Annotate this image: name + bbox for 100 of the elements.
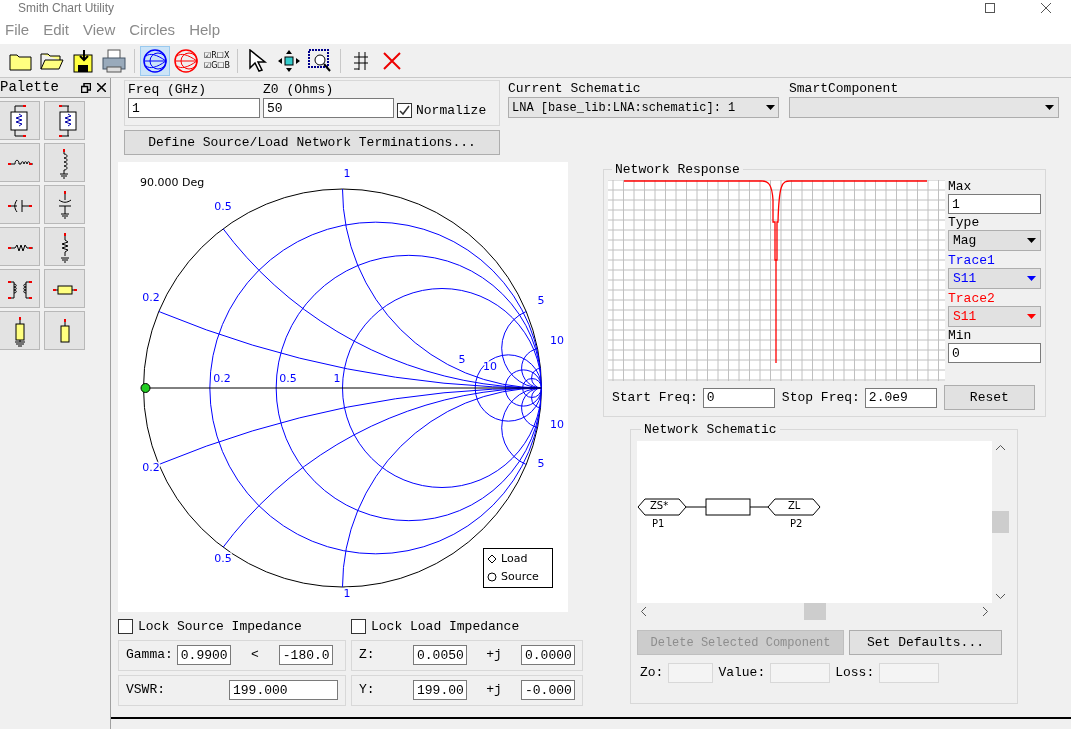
resistor-symbol-icon[interactable] bbox=[0, 101, 40, 140]
imaginary-part-field[interactable]: -0.000 bbox=[521, 680, 575, 700]
chart-scale-label: 0.2 bbox=[213, 372, 231, 385]
start-freq-field[interactable]: 0 bbox=[702, 387, 775, 408]
imaginary-part-field[interactable]: 0.0000 bbox=[521, 645, 575, 665]
close-icon[interactable] bbox=[1041, 3, 1051, 13]
restore-icon[interactable] bbox=[81, 82, 91, 93]
checkbox[interactable] bbox=[397, 103, 412, 119]
inductor-icon[interactable] bbox=[44, 143, 85, 182]
port-name-label: P1 bbox=[652, 518, 665, 530]
menu-item[interactable]: Circles bbox=[129, 18, 176, 42]
chart-scale-label: 0.2 bbox=[142, 291, 160, 304]
chart-scale-label: 5 bbox=[537, 457, 545, 470]
chart-toggle[interactable]: ☑G☐B bbox=[204, 60, 231, 71]
angle-reading: 90.000 Deg bbox=[140, 176, 205, 189]
field-label: Start Freq: bbox=[612, 388, 698, 407]
field-label: VSWR: bbox=[126, 681, 165, 700]
line-stub-icon[interactable] bbox=[44, 311, 85, 350]
field-label: Min bbox=[948, 329, 973, 343]
type-dropdown[interactable]: Mag bbox=[948, 230, 1041, 251]
circle-icon bbox=[487, 572, 497, 583]
capacitor-icon[interactable] bbox=[44, 185, 85, 224]
inductor-icon[interactable] bbox=[0, 143, 40, 182]
legend-label: Load bbox=[501, 550, 528, 567]
field-label: SmartComponent bbox=[789, 80, 900, 97]
vswr-field[interactable]: 199.000 bbox=[229, 680, 338, 700]
line-stub-icon[interactable] bbox=[0, 311, 40, 350]
caret-icon bbox=[1045, 105, 1054, 110]
scroll-thumb[interactable] bbox=[803, 603, 826, 620]
imaginary-unit: +j bbox=[485, 681, 503, 700]
resistor-symbol-icon[interactable] bbox=[44, 101, 85, 140]
trace-label: Trace1 bbox=[948, 254, 996, 268]
chart-scale-label: 5 bbox=[458, 353, 466, 366]
angle-symbol: < bbox=[249, 646, 260, 665]
field-label: Z0 (Ohms) bbox=[263, 82, 335, 98]
checkbox[interactable] bbox=[351, 619, 366, 635]
menu-item[interactable]: Edit bbox=[43, 18, 70, 42]
trace-dropdown[interactable]: S11 bbox=[948, 268, 1041, 289]
freq-field[interactable]: 1 bbox=[128, 98, 260, 118]
close-icon[interactable] bbox=[97, 83, 106, 92]
field-label: Value: bbox=[718, 664, 766, 683]
group-title: Network Response bbox=[612, 162, 743, 178]
field-label: Max bbox=[948, 180, 973, 194]
field-label: Type bbox=[948, 216, 981, 230]
palette-title: Palette bbox=[0, 78, 59, 97]
resistor-icon[interactable] bbox=[0, 227, 40, 266]
set-defaults-button[interactable]: Set Defaults... bbox=[849, 630, 1002, 655]
line-segment-icon[interactable] bbox=[44, 269, 85, 308]
menu-item[interactable]: Help bbox=[189, 18, 220, 42]
gamma-magnitude-field[interactable]: 0.9900 bbox=[176, 645, 231, 665]
define-terminations-button[interactable]: Define Source/Load Network Terminations... bbox=[124, 130, 500, 155]
field-label: Current Schematic bbox=[508, 80, 642, 97]
value-field[interactable] bbox=[879, 663, 940, 683]
field-label: Y: bbox=[359, 681, 376, 700]
field-label: Gamma: bbox=[126, 646, 173, 665]
port-symbol-label: ZL bbox=[788, 500, 801, 512]
caret-icon bbox=[1027, 314, 1036, 319]
scroll-thumb[interactable] bbox=[992, 511, 1009, 533]
port-name-label: P2 bbox=[790, 518, 803, 530]
field-label: Zo: bbox=[640, 664, 664, 683]
field-label: Stop Freq: bbox=[781, 388, 860, 407]
scroll-up-icon[interactable] bbox=[996, 445, 1005, 451]
value-field[interactable] bbox=[770, 663, 831, 683]
stop-freq-field[interactable]: 2.0e9 bbox=[864, 387, 937, 408]
legend-label: Source bbox=[501, 569, 539, 585]
chart-scale-label: 10 bbox=[550, 418, 564, 431]
port-symbol-label: ZS* bbox=[650, 500, 669, 512]
scroll-left-icon[interactable] bbox=[641, 607, 647, 616]
real-part-field[interactable]: 199.00 bbox=[413, 680, 467, 700]
gamma-angle-field[interactable]: -180.0 bbox=[278, 645, 333, 665]
resistor-icon[interactable] bbox=[44, 227, 85, 266]
maximize-icon[interactable] bbox=[985, 3, 995, 13]
chart-scale-label: 0.5 bbox=[279, 372, 297, 385]
scroll-right-icon[interactable] bbox=[982, 607, 988, 616]
schematic-dropdown[interactable]: LNA [base_lib:LNA:schematic]: 1 bbox=[508, 97, 779, 118]
trace-label: Trace2 bbox=[948, 292, 996, 306]
chart-toggle[interactable]: ☑R☐X bbox=[204, 50, 231, 61]
checkbox-label: Normalize bbox=[416, 102, 487, 120]
chart-scale-label: 0.2 bbox=[142, 461, 160, 474]
field-label: Freq (GHz) bbox=[128, 82, 207, 98]
menu-item[interactable]: File bbox=[5, 18, 30, 42]
min-field[interactable]: 0 bbox=[948, 343, 1041, 363]
field-label: Z: bbox=[359, 646, 376, 665]
real-part-field[interactable]: 0.0050 bbox=[413, 645, 467, 665]
source-marker bbox=[140, 383, 151, 393]
max-field[interactable]: 1 bbox=[948, 194, 1041, 214]
value-field[interactable] bbox=[668, 663, 714, 683]
menu-item[interactable]: View bbox=[83, 18, 116, 42]
diamond-icon bbox=[487, 553, 497, 564]
chart-scale-label: 1 bbox=[343, 587, 351, 600]
transformer-icon[interactable] bbox=[0, 269, 40, 308]
reset-button[interactable]: Reset bbox=[943, 385, 1035, 410]
capacitor-icon[interactable] bbox=[0, 185, 40, 224]
caret-icon bbox=[766, 105, 775, 110]
impedance-chart-icon[interactable] bbox=[140, 45, 170, 76]
impedance-field[interactable]: 50 bbox=[263, 98, 394, 118]
scroll-down-icon[interactable] bbox=[996, 593, 1005, 599]
window-title: Smith Chart Utility bbox=[18, 1, 115, 15]
checkbox[interactable] bbox=[118, 619, 133, 635]
chart-scale-label: 1 bbox=[333, 372, 341, 385]
